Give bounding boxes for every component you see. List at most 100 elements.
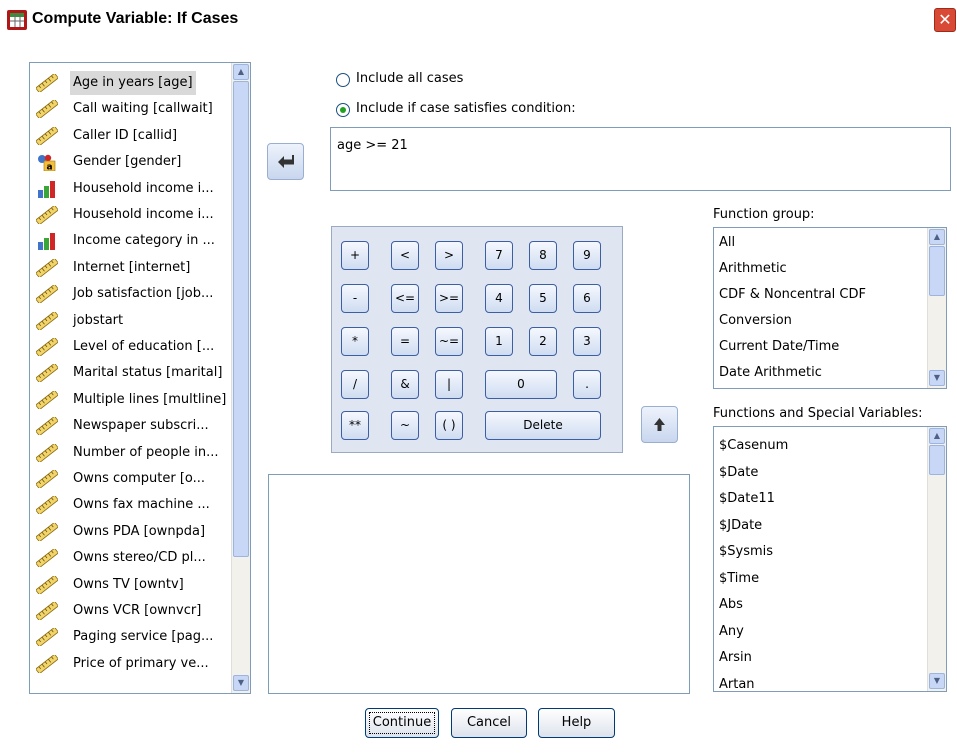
keypad-key[interactable]: ( )	[435, 411, 463, 440]
svg-text:a: a	[47, 163, 53, 172]
ruler-icon	[35, 363, 59, 384]
keypad-key[interactable]: .	[573, 370, 601, 399]
function-item[interactable]: $Time	[719, 566, 759, 592]
ruler-icon	[35, 125, 59, 147]
variable-label: Owns fax machine ...	[73, 497, 210, 513]
function-item[interactable]: $Casenum	[719, 433, 788, 459]
keypad-key[interactable]: Delete	[485, 411, 601, 440]
variable-label: Caller ID [callid]	[73, 127, 178, 143]
keypad-key[interactable]: 4	[485, 284, 513, 313]
scroll-thumb[interactable]	[929, 445, 945, 475]
variable-label: Job satisfaction [job...	[73, 286, 214, 302]
variable-label: jobstart	[73, 312, 124, 328]
function-item[interactable]: $Sysmis	[719, 539, 773, 565]
variable-list-scrollbar[interactable]: ▲ ▼	[231, 63, 250, 693]
keypad-key[interactable]: 6	[573, 284, 601, 313]
ruler-icon	[35, 204, 59, 226]
scroll-thumb[interactable]	[233, 81, 249, 557]
include-if-label[interactable]: Include if case satisfies condition:	[356, 101, 576, 116]
keypad-key[interactable]: =	[391, 327, 419, 356]
function-item[interactable]: $Date	[719, 460, 758, 486]
function-item[interactable]: Arsin	[719, 645, 752, 671]
scroll-down-icon[interactable]: ▼	[929, 370, 945, 386]
ruler-icon	[35, 627, 59, 648]
include-all-radio[interactable]	[336, 73, 350, 87]
keypad-key[interactable]: -	[341, 284, 369, 313]
function-group-item[interactable]: Date Arithmetic	[719, 360, 822, 386]
continue-button[interactable]: Continue	[365, 708, 439, 738]
scroll-up-icon[interactable]: ▲	[929, 229, 945, 245]
keypad-key[interactable]: 0	[485, 370, 557, 399]
variable-label: Gender [gender]	[73, 154, 182, 170]
variable-label: Owns VCR [ownvcr]	[73, 603, 202, 618]
function-item[interactable]: $JDate	[719, 513, 762, 539]
ruler-icon	[35, 600, 59, 622]
functions-scrollbar[interactable]: ▲ ▼	[927, 427, 946, 691]
keypad-key[interactable]: >=	[435, 284, 463, 313]
keypad-key[interactable]: 3	[573, 327, 601, 356]
function-group-item[interactable]: Conversion	[719, 308, 792, 334]
include-if-radio[interactable]	[336, 103, 350, 117]
variable-label: Call waiting [callwait]	[73, 101, 213, 117]
scroll-down-icon[interactable]: ▼	[233, 675, 249, 691]
keypad-key[interactable]: <=	[391, 284, 419, 313]
close-button[interactable]: ✕	[934, 8, 956, 32]
ruler-icon	[35, 310, 59, 331]
function-group-item[interactable]: Arithmetic	[719, 256, 787, 282]
move-function-button[interactable]	[641, 406, 678, 443]
spss-app-icon	[7, 10, 27, 30]
function-item[interactable]: Artan	[719, 672, 755, 692]
ruler-icon	[35, 336, 59, 358]
keypad-key[interactable]: 9	[573, 241, 601, 270]
keypad-key[interactable]: 5	[529, 284, 557, 313]
function-item[interactable]: Any	[719, 619, 744, 645]
scroll-thumb[interactable]	[929, 246, 945, 296]
ruler-icon	[35, 72, 59, 94]
keypad-key[interactable]: **	[341, 411, 369, 440]
variable-label: Owns computer [o...	[73, 471, 206, 486]
function-group-item[interactable]: Current Date/Time	[719, 334, 839, 360]
function-group-item[interactable]: All	[719, 230, 735, 256]
function-group-scrollbar[interactable]: ▲ ▼	[927, 228, 946, 388]
include-all-label[interactable]: Include all cases	[356, 71, 463, 86]
keypad-key[interactable]: +	[341, 241, 369, 270]
function-item[interactable]: $Date11	[719, 486, 775, 512]
functions-label: Functions and Special Variables:	[713, 406, 923, 421]
ruler-icon	[35, 521, 59, 543]
help-button[interactable]: Help	[538, 708, 615, 738]
keypad-key[interactable]: *	[341, 327, 369, 356]
keypad-key[interactable]: 1	[485, 327, 513, 356]
ruler-icon	[35, 415, 59, 437]
keypad-key[interactable]: /	[341, 370, 369, 399]
variable-label: Internet [internet]	[73, 259, 191, 275]
variable-list[interactable]: Age in years [age] Call waiting [callwait…	[29, 62, 251, 694]
scroll-up-icon[interactable]: ▲	[233, 64, 249, 80]
keypad-key[interactable]: |	[435, 370, 463, 399]
keypad-key[interactable]: 8	[529, 241, 557, 270]
variable-label: Owns TV [owntv]	[73, 576, 184, 592]
variable-label: Household income i...	[73, 180, 214, 196]
function-item[interactable]: Abs	[719, 592, 743, 618]
function-description-box	[268, 474, 690, 694]
functions-list[interactable]: $Casenum $Date $Date11 $JDate $Sysmis $Time Ab…	[713, 426, 947, 692]
up-arrow-icon	[654, 418, 665, 431]
keypad-key[interactable]: <	[391, 241, 419, 270]
scroll-down-icon[interactable]: ▼	[929, 673, 945, 689]
function-group-item[interactable]: CDF & Noncentral CDF	[719, 282, 866, 308]
keypad-key[interactable]: >	[435, 241, 463, 270]
keypad-key[interactable]: ~	[391, 411, 419, 440]
variable-label: Marital status [marital]	[73, 365, 223, 381]
keypad-key[interactable]: &	[391, 370, 419, 399]
keypad-key[interactable]: ~=	[435, 327, 463, 356]
ruler-icon	[35, 389, 59, 411]
ordinal-icon	[36, 180, 58, 198]
scroll-up-icon[interactable]: ▲	[929, 428, 945, 444]
condition-expression-field[interactable]: age >= 21	[330, 127, 951, 191]
function-group-list[interactable]: All Arithmetic CDF & Noncentral CDF Convers…	[713, 227, 947, 389]
ruler-icon	[35, 468, 59, 490]
keypad-key[interactable]: 7	[485, 241, 513, 270]
keypad-key[interactable]: 2	[529, 327, 557, 356]
cancel-button[interactable]: Cancel	[451, 708, 527, 738]
variable-label: Household income i...	[73, 207, 214, 222]
move-variable-button[interactable]	[267, 143, 304, 180]
